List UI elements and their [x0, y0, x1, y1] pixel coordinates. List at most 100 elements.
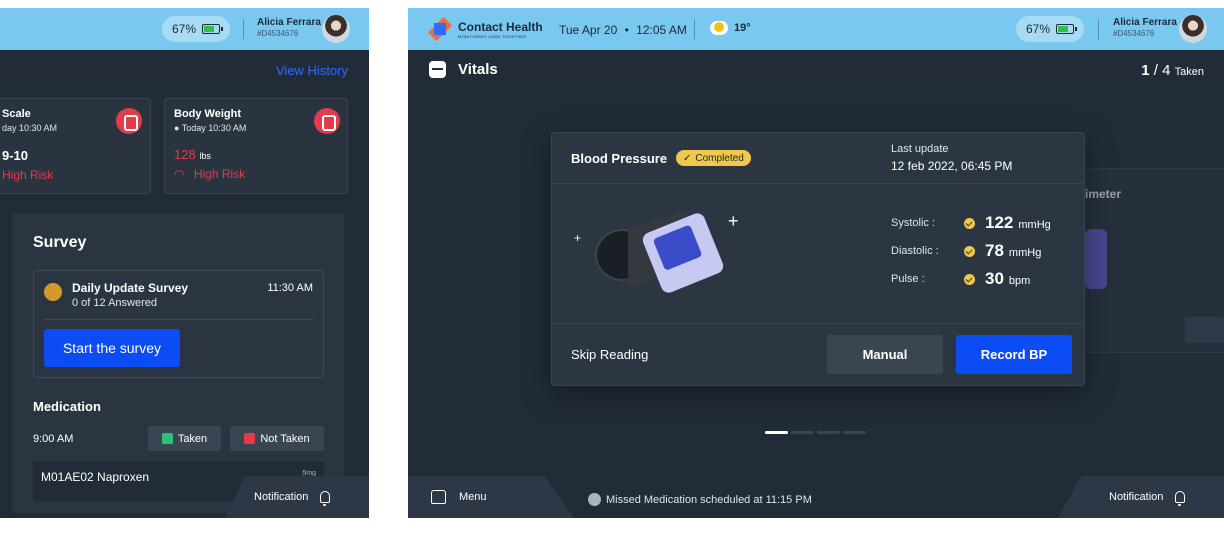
- check-icon: [964, 217, 975, 229]
- taken-button[interactable]: Taken: [148, 426, 221, 451]
- survey-panel: Survey Daily Update Survey 0 of 12 Answe…: [12, 213, 344, 513]
- reading-unit: mmHg: [1018, 218, 1051, 231]
- reading-unit: bpm: [1008, 274, 1031, 287]
- bp-monitor-image: [590, 207, 726, 302]
- last-update-label: Last update: [891, 143, 949, 155]
- check-icon: ✓: [683, 152, 692, 164]
- progress-total: / 4: [1153, 62, 1171, 79]
- check-icon: [161, 433, 173, 444]
- scale-time: day 10:30 AM: [2, 123, 58, 133]
- oximeter-image: [1085, 229, 1107, 289]
- user-name: Alicia Ferrara: [1113, 17, 1177, 28]
- reading-label: Systolic :: [891, 217, 936, 229]
- bell-icon: [1175, 491, 1186, 506]
- completed-badge: ✓ Completed: [676, 150, 751, 166]
- battery-icon: [1056, 24, 1078, 34]
- drug-name: M01AE02 Naproxen: [41, 470, 150, 484]
- weight-value: 128: [174, 147, 196, 162]
- scale-risk: High Risk: [2, 168, 54, 182]
- time: 12:05 AM: [636, 23, 687, 37]
- not-taken-button[interactable]: Not Taken: [230, 426, 324, 451]
- battery-status: 67%: [1016, 16, 1085, 42]
- blood-pressure-card: Blood Pressure ✓ Completed Last update 1…: [551, 132, 1085, 386]
- last-update-value: 12 feb 2022, 06:45 PM: [891, 159, 1013, 173]
- manual-button[interactable]: Manual: [827, 335, 943, 374]
- notification-tab[interactable]: Notification: [225, 476, 369, 518]
- record-bp-button[interactable]: Record BP: [956, 335, 1072, 374]
- bp-title: Blood Pressure: [571, 151, 668, 166]
- home-icon: [431, 490, 446, 504]
- reading-value: 78: [985, 241, 1004, 260]
- pager-dot-active[interactable]: [765, 431, 788, 434]
- clock-icon: ●: [174, 123, 180, 133]
- pager-dot[interactable]: [817, 431, 840, 434]
- right-screen: Contact Health MONITORING CARE TOGETHER …: [408, 8, 1224, 518]
- divider: [552, 183, 1084, 184]
- scale-title: Scale: [2, 108, 31, 120]
- not-taken-label: Not Taken: [260, 432, 310, 445]
- date: Tue Apr 20: [559, 23, 618, 37]
- menu-tab[interactable]: Menu: [408, 476, 574, 518]
- weight-title: Body Weight: [174, 108, 242, 120]
- carousel-pager: [765, 431, 866, 434]
- user-info: Alicia Ferrara #D4534676: [257, 17, 321, 38]
- readings-list: Systolic : 122 mmHg Diastolic : 78 mmHg …: [891, 209, 1071, 293]
- completed-label: Completed: [695, 152, 744, 164]
- reading-systolic: Systolic : 122 mmHg: [891, 209, 1071, 237]
- survey-time: 11:30 AM: [267, 282, 313, 294]
- pager-dot[interactable]: [843, 431, 866, 434]
- gauge-icon: ◠: [174, 167, 185, 181]
- battery-icon: [202, 24, 224, 34]
- survey-heading: Survey: [33, 234, 87, 251]
- brand-tagline: MONITORING CARE TOGETHER: [458, 34, 527, 39]
- divider: [1098, 19, 1099, 39]
- top-bar: Contact Health MONITORING CARE TOGETHER …: [408, 8, 1224, 50]
- missed-alert-text: Missed Medication scheduled at 11:15 PM: [606, 493, 812, 506]
- battery-percent: 67%: [1026, 22, 1051, 36]
- weight-time: Today 10:30 AM: [181, 123, 247, 133]
- check-icon: [964, 245, 975, 257]
- next-card-button[interactable]: [1185, 317, 1224, 343]
- battery-percent: 67%: [172, 22, 197, 36]
- drug-dose: 5mg: [302, 470, 316, 477]
- pager-dot[interactable]: [791, 431, 814, 434]
- medication-time: 9:00 AM: [33, 433, 74, 445]
- minus-circle-icon: [588, 493, 601, 506]
- sparkle-icon: +: [728, 211, 739, 231]
- next-vital-card[interactable]: imeter: [1074, 168, 1224, 353]
- person-icon: [116, 108, 142, 134]
- scale-card[interactable]: Scale day 10:30 AM 9-10 High Risk: [0, 98, 151, 194]
- notification-label: Notification: [1109, 491, 1164, 503]
- vitals-title: Vitals: [458, 61, 498, 78]
- menu-label: Menu: [459, 491, 487, 503]
- weight-risk: High Risk: [193, 167, 246, 181]
- survey-title: Daily Update Survey: [72, 281, 189, 295]
- weight-risk-row: ◠ High Risk: [174, 167, 245, 181]
- date-time: Tue Apr 20 • 12:05 AM: [559, 23, 687, 37]
- weather-icon: [710, 21, 728, 35]
- start-survey-button[interactable]: Start the survey: [44, 329, 180, 367]
- notification-tab[interactable]: Notification: [1058, 476, 1224, 518]
- vitals-pulse-icon: [429, 61, 446, 78]
- view-history-link[interactable]: View History: [276, 63, 348, 78]
- scale-value: 9-10: [2, 148, 29, 163]
- skip-reading-button[interactable]: Skip Reading: [571, 347, 648, 362]
- missed-medication-alert[interactable]: Missed Medication scheduled at 11:15 PM: [588, 493, 812, 506]
- user-info: Alicia Ferrara #D4534676: [1113, 17, 1177, 38]
- avatar[interactable]: [322, 15, 350, 43]
- divider: [552, 323, 1084, 324]
- avatar[interactable]: [1179, 15, 1207, 43]
- survey-answered: 0 of 12 Answered: [72, 297, 158, 309]
- left-screen: 67% Alicia Ferrara #D4534676 View Histor…: [0, 8, 369, 518]
- battery-status: 67%: [162, 16, 231, 42]
- weight-unit: lbs: [199, 151, 211, 161]
- medication-heading: Medication: [33, 399, 101, 414]
- body-weight-card[interactable]: Body Weight ● Today 10:30 AM 128 lbs ◠ H…: [164, 98, 348, 194]
- check-icon: [964, 273, 975, 285]
- reading-value: 30: [985, 269, 1004, 288]
- clipboard-icon: [44, 283, 62, 301]
- brand-name: Contact Health: [458, 20, 543, 34]
- weight-value-row: 128 lbs: [174, 147, 211, 162]
- reading-value: 122: [985, 213, 1014, 232]
- user-name: Alicia Ferrara: [257, 17, 321, 28]
